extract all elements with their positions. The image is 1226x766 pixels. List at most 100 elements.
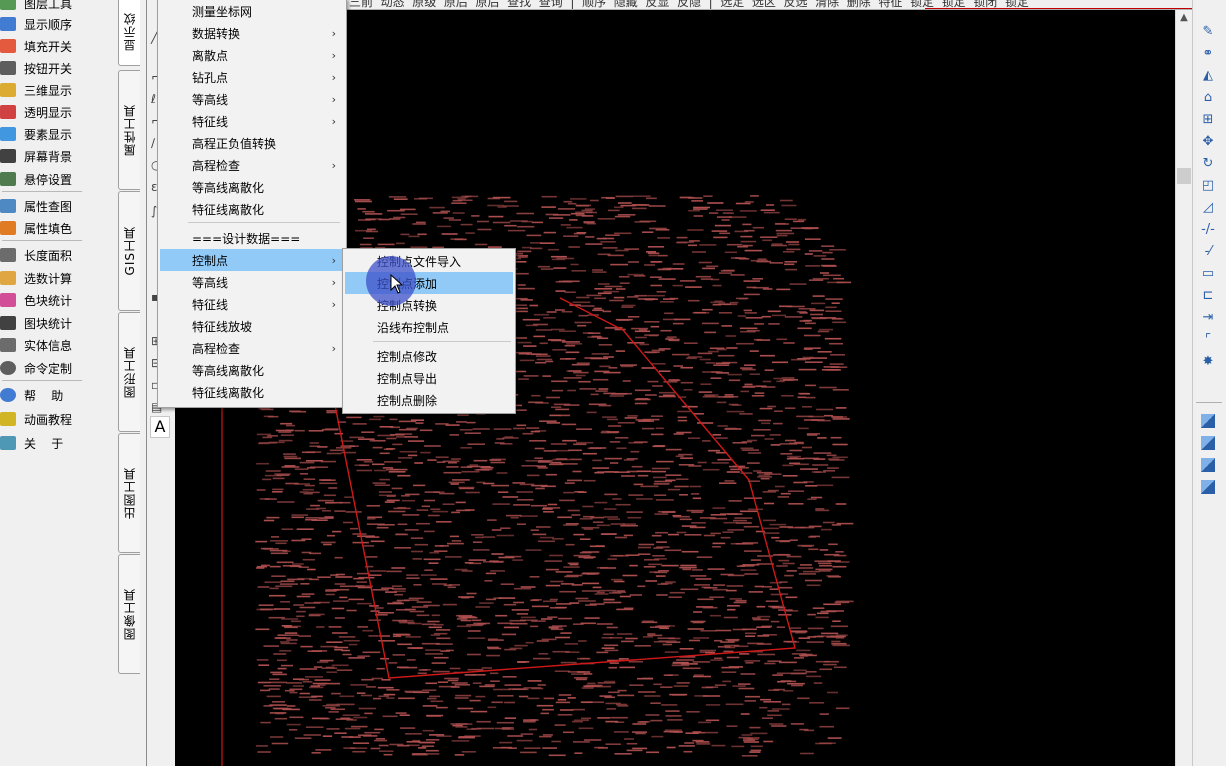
left-panel-item[interactable]: 命令定制 xyxy=(0,357,112,379)
menu-item[interactable]: 高程检查 › xyxy=(160,337,344,359)
left-panel-item[interactable]: 透明显示 xyxy=(0,101,112,123)
point-label xyxy=(610,462,619,464)
tab-display-tools[interactable]: 显示纹 xyxy=(118,0,140,66)
point-label xyxy=(778,559,790,562)
menu-item[interactable]: 特征线放坡 xyxy=(160,315,344,337)
point-label xyxy=(516,409,527,411)
stretch-icon[interactable]: ◿ xyxy=(1199,200,1217,218)
menu-item[interactable]: 等高线离散化 xyxy=(160,359,344,381)
point-label xyxy=(490,458,506,461)
scroll-up-arrow-icon[interactable]: ▲ xyxy=(1176,12,1192,28)
point-label xyxy=(617,689,627,692)
break-icon[interactable]: ▭ xyxy=(1199,266,1217,284)
point-label xyxy=(274,608,291,610)
left-panel-item[interactable]: 显示顺序 xyxy=(0,13,112,35)
trim-icon[interactable]: -/- xyxy=(1199,222,1217,240)
point-label xyxy=(272,491,283,493)
draw-order-front-icon[interactable] xyxy=(1201,414,1215,428)
left-panel-item[interactable]: 帮 助 xyxy=(0,384,112,406)
array-icon[interactable]: ⊞ xyxy=(1199,112,1217,130)
fillet-icon[interactable]: ⌜ xyxy=(1199,332,1217,350)
scale-icon[interactable]: ◰ xyxy=(1199,178,1217,196)
draw-order-above-icon[interactable] xyxy=(1201,458,1215,472)
tab-gis-tools[interactable]: GIS工具 xyxy=(118,191,140,311)
point-label xyxy=(272,673,287,676)
chain-icon[interactable]: ⚭ xyxy=(1199,46,1217,64)
tab-graphic-tools[interactable]: 图形工具 xyxy=(118,312,140,432)
point-label xyxy=(658,395,676,398)
menu-item[interactable]: 高程检查 › xyxy=(160,154,344,176)
offset-icon[interactable]: ⌂ xyxy=(1199,90,1217,108)
point-label xyxy=(819,549,829,551)
point-label xyxy=(487,639,504,641)
point-label xyxy=(552,349,567,351)
pencil-icon[interactable]: ✎ xyxy=(1199,24,1217,42)
left-panel-item[interactable]: 动画教程 xyxy=(0,408,112,430)
left-panel-item[interactable]: 要素显示 xyxy=(0,123,112,145)
point-label xyxy=(819,272,830,274)
point-label xyxy=(806,641,824,643)
menu-item[interactable]: 数据转换 › xyxy=(160,22,344,44)
point-label xyxy=(535,402,549,404)
join-icon[interactable]: ⊏ xyxy=(1199,288,1217,306)
submenu-item[interactable]: 控制点修改 xyxy=(345,345,513,367)
submenu-item[interactable]: 沿线布控制点 xyxy=(345,316,513,338)
submenu-item[interactable]: 控制点删除 xyxy=(345,389,513,411)
menu-item[interactable]: 等高线 › xyxy=(160,271,344,293)
vertical-scrollbar[interactable]: ▲ xyxy=(1175,10,1192,766)
tab-output-tools[interactable]: 出图工具 xyxy=(118,433,140,553)
scroll-thumb[interactable] xyxy=(1177,168,1191,184)
tab-image-tools[interactable]: 图像工具 xyxy=(118,554,140,674)
left-panel-item[interactable]: 属性查图 xyxy=(0,195,112,217)
left-panel-item[interactable]: 色块统计 xyxy=(0,289,112,311)
menu-item[interactable]: 等高线离散化 xyxy=(160,176,344,198)
menu-item[interactable]: 测量坐标网 xyxy=(160,0,344,22)
draw-order-back-icon[interactable] xyxy=(1201,436,1215,450)
tab-label: 图形工具 xyxy=(123,346,137,398)
chamfer-icon[interactable]: ⇥ xyxy=(1199,310,1217,328)
draw-order-below-icon[interactable] xyxy=(1201,480,1215,494)
menu-item-label: 特征线离散化 xyxy=(192,385,265,400)
extend-icon[interactable]: -⁄ xyxy=(1199,244,1217,262)
left-panel-item[interactable]: 图块统计 xyxy=(0,312,112,334)
point-label xyxy=(280,601,290,603)
menu-item[interactable]: ===设计数据=== xyxy=(160,227,344,249)
point-label xyxy=(650,719,663,722)
left-panel-item[interactable]: 屏幕背景 xyxy=(0,145,112,167)
left-panel-item[interactable]: 实体信息 xyxy=(0,334,112,356)
point-label xyxy=(454,697,469,699)
menu-item[interactable]: 高程正负值转换 xyxy=(160,132,344,154)
left-panel-item[interactable]: 长度面积 xyxy=(0,244,112,266)
rotate-icon[interactable]: ↻ xyxy=(1199,156,1217,174)
left-panel-item[interactable]: 图层工具 xyxy=(0,0,112,14)
left-panel-item[interactable]: 三维显示 xyxy=(0,79,112,101)
text-tool-button[interactable]: A xyxy=(150,416,170,438)
menu-item[interactable]: 特征线离散化 xyxy=(160,381,344,403)
submenu-item[interactable]: 控制点转换 xyxy=(345,294,513,316)
explode-icon[interactable]: ✸ xyxy=(1199,354,1217,372)
menu-item[interactable]: 钻孔点 › xyxy=(160,66,344,88)
left-panel-item[interactable]: 按钮开关 xyxy=(0,57,112,79)
menu-item[interactable]: 等高线 › xyxy=(160,88,344,110)
menu-item[interactable]: 特征线 › xyxy=(160,293,344,315)
point-label xyxy=(343,639,360,642)
point-label xyxy=(260,689,271,692)
point-label xyxy=(259,498,270,500)
mirror-icon[interactable]: ◭ xyxy=(1199,68,1217,86)
menu-item[interactable]: 控制点 › xyxy=(160,249,344,271)
left-panel-item[interactable]: 选数计算 xyxy=(0,267,112,289)
left-panel-item[interactable]: 关 于 xyxy=(0,432,112,454)
point-label xyxy=(623,523,636,525)
menu-item[interactable]: 特征线 › xyxy=(160,110,344,132)
tab-attribute-tools[interactable]: 属性工具 xyxy=(118,70,140,190)
menu-item[interactable]: 特征线离散化 xyxy=(160,198,344,220)
move-icon[interactable]: ✥ xyxy=(1199,134,1217,152)
menu-item[interactable]: 离散点 › xyxy=(160,44,344,66)
point-label xyxy=(392,635,402,638)
left-panel-item[interactable]: 属性填色 xyxy=(0,217,112,239)
left-panel-item[interactable]: 悬停设置 xyxy=(0,168,112,190)
left-panel-item[interactable]: 填充开关 xyxy=(0,35,112,57)
submenu-item[interactable]: 控制点导出 xyxy=(345,367,513,389)
point-label xyxy=(622,380,631,382)
point-label xyxy=(477,228,492,231)
